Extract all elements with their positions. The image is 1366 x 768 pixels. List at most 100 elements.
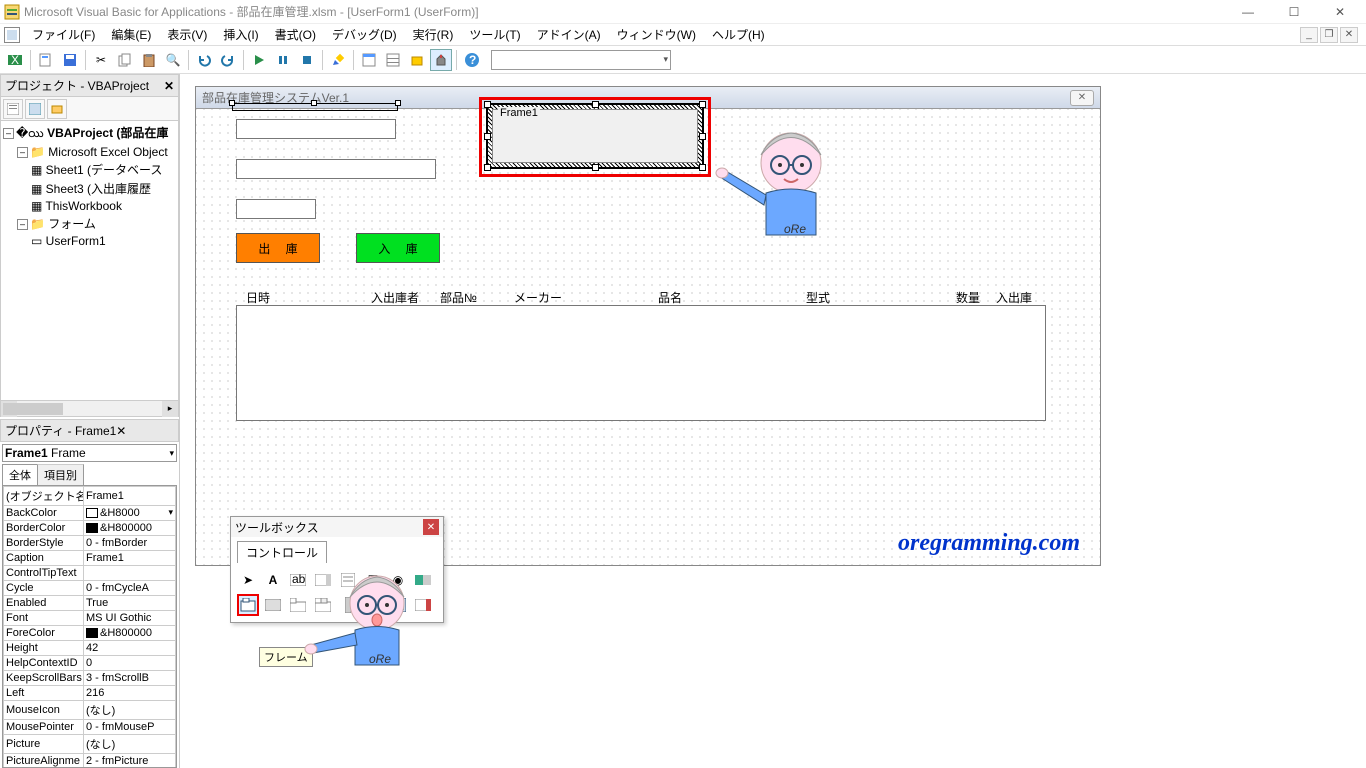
- view-code-icon[interactable]: [3, 99, 23, 119]
- menu-tools[interactable]: ツール(T): [461, 24, 528, 45]
- properties-object-combo[interactable]: Frame1 Frame: [2, 444, 177, 462]
- window-close-button[interactable]: ✕: [1318, 1, 1362, 23]
- mdi-restore-button[interactable]: ❐: [1320, 27, 1338, 43]
- tree-sheet1[interactable]: Sheet1 (データベース: [46, 163, 163, 177]
- properties-window-icon[interactable]: [382, 49, 404, 71]
- toolbox-tab-controls[interactable]: コントロール: [237, 541, 327, 563]
- prop-key[interactable]: (オブジェクト名): [4, 487, 84, 506]
- design-mode-icon[interactable]: [327, 49, 349, 71]
- prop-value[interactable]: 0: [84, 656, 176, 671]
- tool-frame-icon[interactable]: [237, 594, 259, 616]
- properties-pane-close-button[interactable]: ✕: [116, 424, 126, 438]
- prop-key[interactable]: PictureAlignme: [4, 754, 84, 768]
- redo-icon[interactable]: [217, 49, 239, 71]
- prop-value[interactable]: 216: [84, 686, 176, 701]
- prop-key[interactable]: Cycle: [4, 581, 84, 596]
- tree-forms-folder[interactable]: フォーム: [48, 217, 96, 231]
- break-icon[interactable]: [272, 49, 294, 71]
- prop-value[interactable]: (なし): [84, 735, 176, 754]
- procedure-combo[interactable]: [491, 50, 671, 70]
- object-browser-icon[interactable]: [406, 49, 428, 71]
- listbox-history[interactable]: [236, 305, 1046, 421]
- prop-key[interactable]: HelpContextID: [4, 656, 84, 671]
- prop-key[interactable]: Picture: [4, 735, 84, 754]
- form-designer[interactable]: 部品在庫管理システムVer.1 ✕ 出 庫 入 庫 日時 入出庫者 部品№ メー…: [180, 74, 1366, 768]
- tree-sheet3[interactable]: Sheet3 (入出庫履歴: [46, 182, 151, 196]
- cut-icon[interactable]: ✂: [90, 49, 112, 71]
- btn-nyuko[interactable]: 入 庫: [356, 233, 440, 263]
- userform-canvas[interactable]: 部品在庫管理システムVer.1 ✕ 出 庫 入 庫 日時 入出庫者 部品№ メー…: [195, 86, 1101, 566]
- tool-pointer-icon[interactable]: ➤: [237, 569, 259, 591]
- tool-commandbutton-icon[interactable]: [262, 594, 284, 616]
- prop-value[interactable]: 42: [84, 641, 176, 656]
- prop-value[interactable]: &H800000: [84, 626, 176, 641]
- undo-icon[interactable]: [193, 49, 215, 71]
- frame1-control[interactable]: Frame1: [486, 103, 704, 169]
- view-excel-icon[interactable]: X: [4, 49, 26, 71]
- tree-userform1[interactable]: UserForm1: [46, 234, 106, 248]
- prop-key[interactable]: Caption: [4, 551, 84, 566]
- textbox-1[interactable]: [236, 119, 396, 139]
- menu-view[interactable]: 表示(V): [159, 24, 215, 45]
- menu-edit[interactable]: 編集(E): [103, 24, 159, 45]
- textbox-3[interactable]: [236, 199, 316, 219]
- tree-root[interactable]: VBAProject (部品在庫: [47, 126, 168, 140]
- menu-addins[interactable]: アドイン(A): [529, 24, 609, 45]
- help-icon[interactable]: ?: [461, 49, 483, 71]
- menu-insert[interactable]: 挿入(I): [215, 24, 266, 45]
- project-explorer-icon[interactable]: [358, 49, 380, 71]
- prop-value[interactable]: Frame1: [84, 551, 176, 566]
- menu-format[interactable]: 書式(O): [267, 24, 324, 45]
- prop-key[interactable]: ForeColor: [4, 626, 84, 641]
- properties-tab-categorized[interactable]: 項目別: [37, 464, 84, 485]
- toolbox-titlebar[interactable]: ツールボックス ✕: [231, 517, 443, 537]
- prop-key[interactable]: MousePointer: [4, 720, 84, 735]
- prop-value[interactable]: (なし): [84, 701, 176, 720]
- btn-shukko[interactable]: 出 庫: [236, 233, 320, 263]
- prop-value[interactable]: Frame1: [84, 487, 176, 506]
- menu-window[interactable]: ウィンドウ(W): [609, 24, 704, 45]
- prop-key[interactable]: Height: [4, 641, 84, 656]
- mdi-minimize-button[interactable]: _: [1300, 27, 1318, 43]
- project-pane-close-button[interactable]: ✕: [164, 79, 174, 93]
- properties-grid[interactable]: (オブジェクト名)Frame1BackColor&H8000▾BorderCol…: [2, 486, 177, 768]
- prop-key[interactable]: BackColor: [4, 506, 84, 521]
- toolbox-icon[interactable]: [430, 49, 452, 71]
- toolbox-close-button[interactable]: ✕: [423, 519, 439, 535]
- prop-value[interactable]: &H8000▾: [84, 506, 176, 521]
- prop-key[interactable]: MouseIcon: [4, 701, 84, 720]
- prop-key[interactable]: BorderColor: [4, 521, 84, 536]
- save-icon[interactable]: [59, 49, 81, 71]
- window-maximize-button[interactable]: ☐: [1272, 1, 1316, 23]
- menu-file[interactable]: ファイル(F): [24, 24, 103, 45]
- tree-excel-objects[interactable]: Microsoft Excel Object: [48, 145, 167, 159]
- menu-help[interactable]: ヘルプ(H): [704, 24, 773, 45]
- prop-key[interactable]: Font: [4, 611, 84, 626]
- prop-value[interactable]: MS UI Gothic: [84, 611, 176, 626]
- prop-key[interactable]: BorderStyle: [4, 536, 84, 551]
- prop-key[interactable]: ControlTipText: [4, 566, 84, 581]
- copy-icon[interactable]: [114, 49, 136, 71]
- run-icon[interactable]: [248, 49, 270, 71]
- view-object-icon[interactable]: [25, 99, 45, 119]
- prop-value[interactable]: 2 - fmPicture: [84, 754, 176, 768]
- menu-run[interactable]: 実行(R): [405, 24, 462, 45]
- window-minimize-button[interactable]: —: [1226, 1, 1270, 23]
- prop-value[interactable]: 0 - fmCycleA: [84, 581, 176, 596]
- project-tree[interactable]: –�యి VBAProject (部品在庫 –📁 Microsoft Excel…: [0, 121, 179, 401]
- insert-module-icon[interactable]: [35, 49, 57, 71]
- menu-debug[interactable]: デバッグ(D): [324, 24, 405, 45]
- prop-value[interactable]: 0 - fmMouseP: [84, 720, 176, 735]
- toggle-folders-icon[interactable]: [47, 99, 67, 119]
- prop-key[interactable]: Enabled: [4, 596, 84, 611]
- properties-tab-all[interactable]: 全体: [2, 464, 38, 485]
- prop-value[interactable]: 0 - fmBorder: [84, 536, 176, 551]
- prop-key[interactable]: Left: [4, 686, 84, 701]
- prop-value[interactable]: &H800000: [84, 521, 176, 536]
- system-menu-icon[interactable]: [4, 27, 20, 43]
- userform-close-button[interactable]: ✕: [1070, 90, 1094, 106]
- textbox-2[interactable]: [236, 159, 436, 179]
- tool-label-icon[interactable]: A: [262, 569, 284, 591]
- project-tree-hscroll[interactable]: ◂▸: [0, 401, 179, 417]
- find-icon[interactable]: 🔍: [162, 49, 184, 71]
